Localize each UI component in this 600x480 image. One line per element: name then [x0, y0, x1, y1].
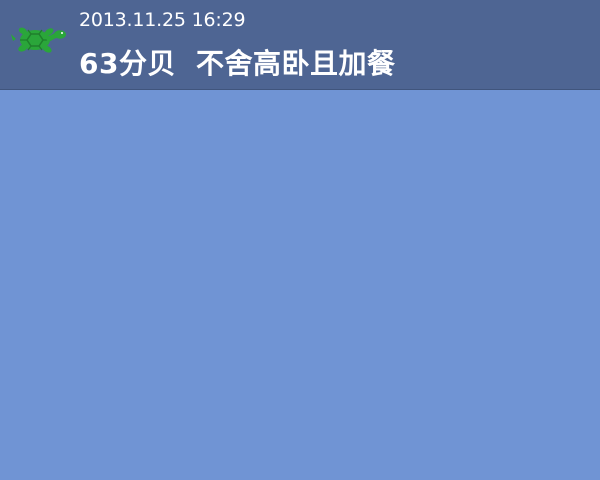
timestamp: 2013.11.25 16:29: [79, 9, 246, 31]
status-text: 不舍高卧且加餐: [195, 47, 396, 80]
app-window: 2013.11.25 16:29 63分贝 不舍高卧且加餐: [0, 0, 600, 480]
header-bar: 2013.11.25 16:29 63分贝 不舍高卧且加餐: [0, 0, 600, 90]
content-area: [0, 90, 600, 480]
turtle-icon: [11, 27, 66, 53]
headline: 63分贝 不舍高卧且加餐: [79, 46, 395, 82]
noise-level: 63分贝: [79, 47, 176, 80]
